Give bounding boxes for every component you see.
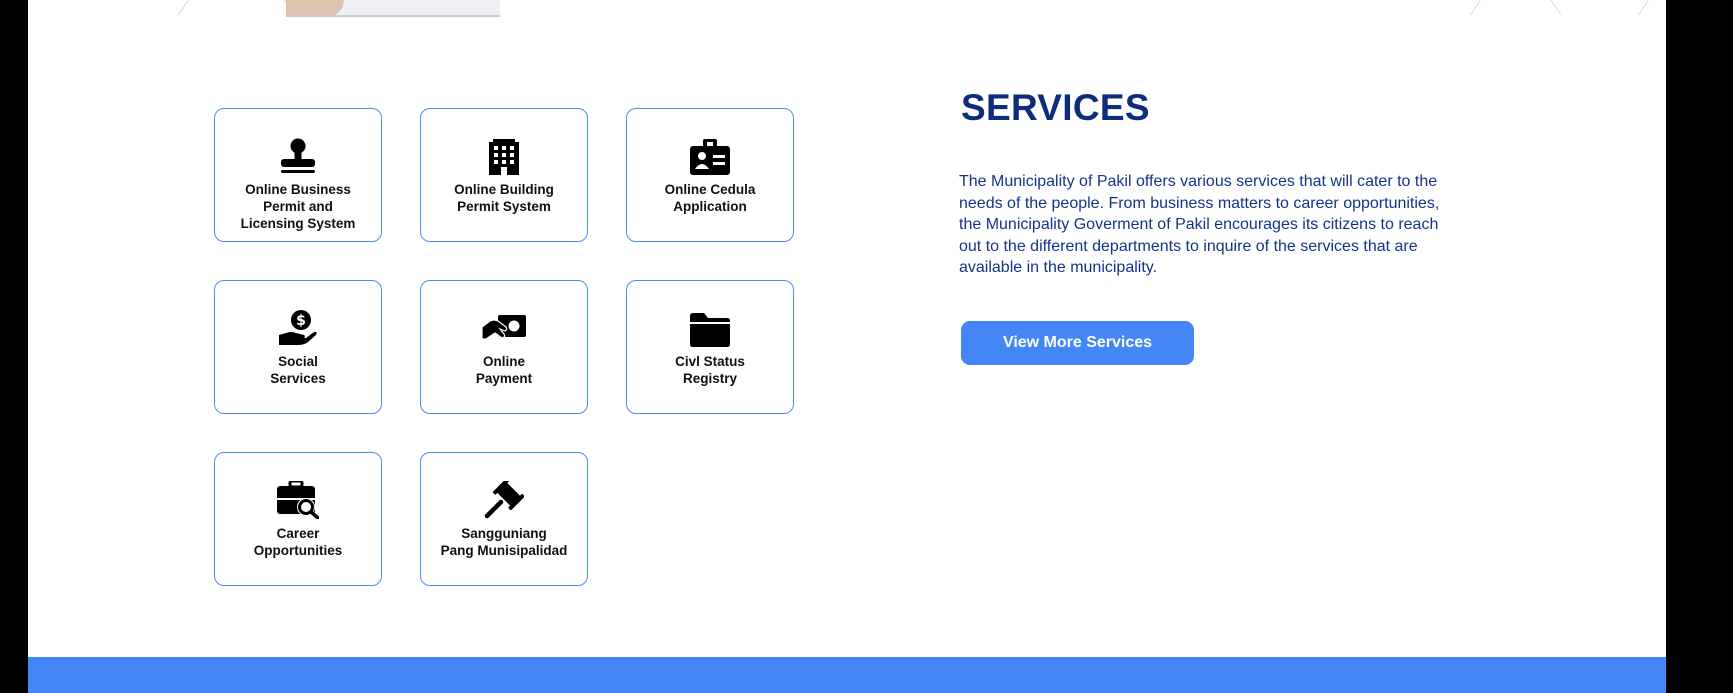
stamp-icon	[278, 133, 318, 175]
service-tile-label: Online Business Permit and Licensing Sys…	[240, 182, 356, 231]
page: Online Business Permit and Licensing Sys…	[28, 0, 1666, 693]
hand-holding-dollar-icon: $	[278, 305, 318, 347]
hero-decor-line	[1550, 0, 1562, 15]
service-tile-civil-status[interactable]: Civl Status Registry	[626, 280, 794, 414]
service-tile-building-permit[interactable]: Online Building Permit System	[420, 108, 588, 242]
gavel-icon	[484, 477, 524, 519]
service-tile-sangguniang[interactable]: Sangguniang Pang Munisipalidad	[420, 452, 588, 586]
service-tile-social-services[interactable]: $ Social Services	[214, 280, 382, 414]
service-tile-label: Online Building Permit System	[454, 182, 554, 214]
service-tile-label: Career Opportunities	[253, 526, 343, 558]
briefcase-search-icon	[277, 477, 319, 519]
service-tile-label: Civl Status Registry	[675, 354, 745, 386]
service-tile-business-permit[interactable]: Online Business Permit and Licensing Sys…	[214, 108, 382, 242]
view-more-services-button[interactable]: View More Services	[961, 321, 1194, 365]
id-badge-icon	[690, 133, 730, 175]
hero-decor-line	[177, 0, 189, 16]
hero-photo	[286, 0, 500, 17]
svg-text:$: $	[296, 313, 306, 329]
service-tile-label: Sangguniang Pang Munisipalidad	[440, 526, 568, 558]
service-tile-label: Online Payment	[475, 354, 533, 386]
hero-decor-line	[1637, 0, 1649, 16]
service-tile-cedula[interactable]: Online Cedula Application	[626, 108, 794, 242]
service-tile-label: Social Services	[270, 354, 326, 386]
service-tile-label: Online Cedula Application	[664, 182, 756, 214]
service-tile-online-payment[interactable]: Online Payment	[420, 280, 588, 414]
services-description: The Municipality of Pakil offers various…	[959, 173, 1440, 276]
building-icon	[489, 133, 519, 175]
hand-money-icon	[482, 305, 526, 347]
hero-decor-line	[1469, 0, 1481, 16]
footer-band	[28, 657, 1666, 693]
folder-icon	[690, 305, 730, 347]
services-heading: SERVICES	[961, 87, 1150, 128]
service-tile-career[interactable]: Career Opportunities	[214, 452, 382, 586]
